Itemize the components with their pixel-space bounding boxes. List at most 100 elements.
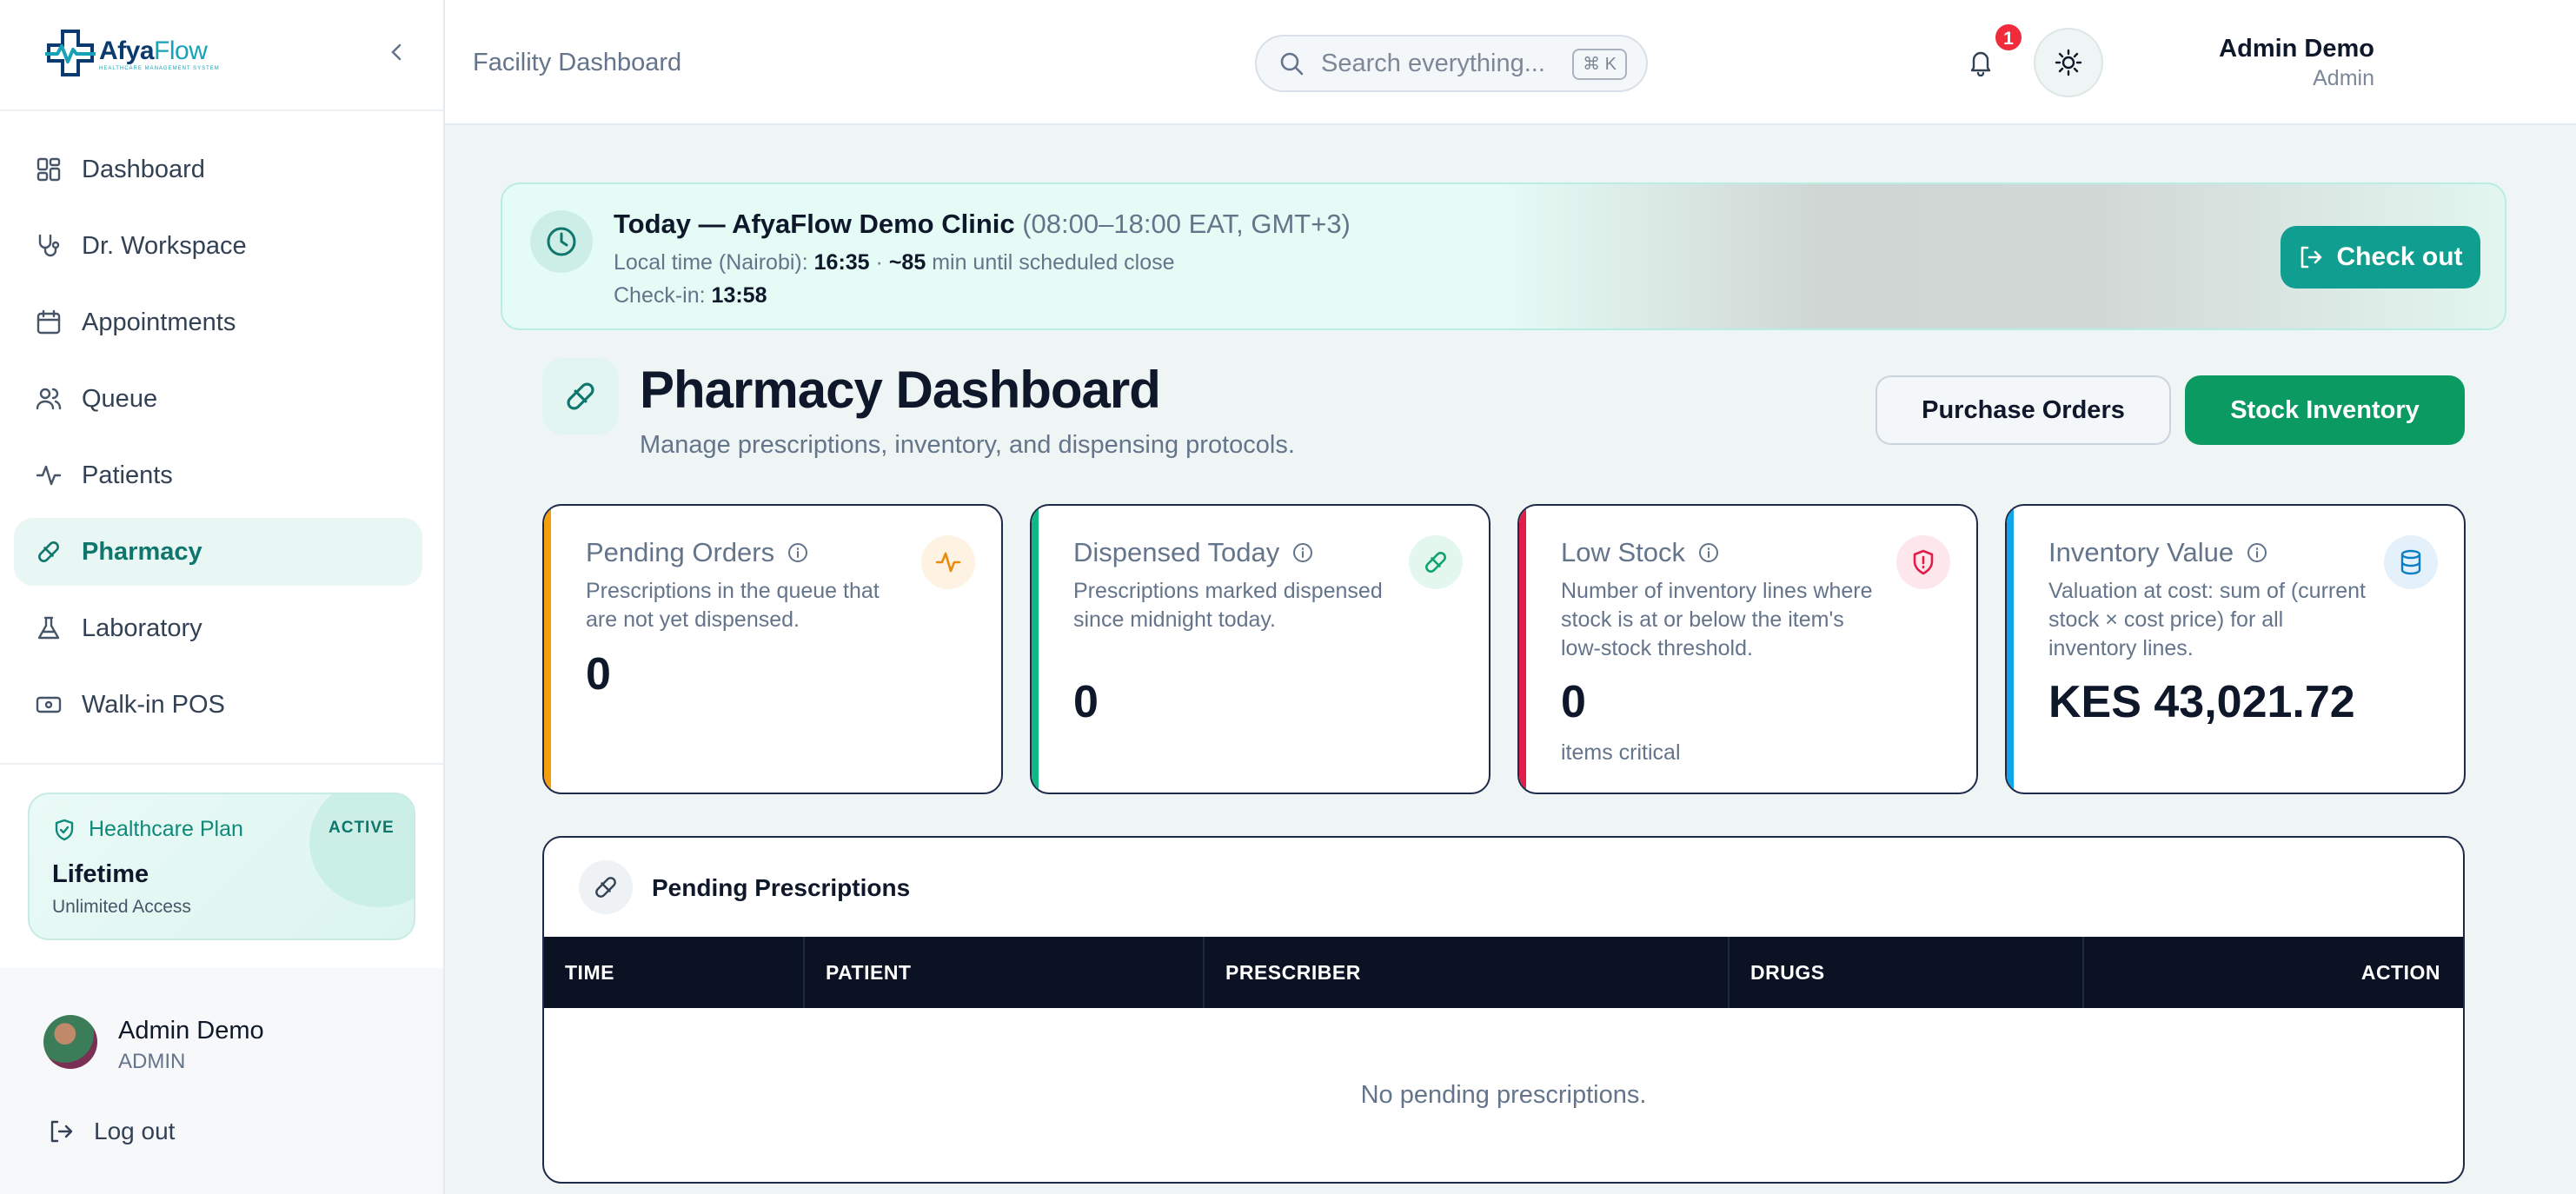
search-icon <box>1280 52 1304 76</box>
column-header-action[interactable]: ACTION <box>2084 937 2463 1008</box>
table-header: TIME PATIENT PRESCRIBER DRUGS ACTION <box>544 937 2463 1008</box>
activity-icon <box>935 552 961 573</box>
sidebar-item-label: Laboratory <box>82 614 202 642</box>
page-icon <box>542 358 619 434</box>
sidebar-item-label: Pharmacy <box>82 537 202 566</box>
brand-tagline: HEALTHCARE MANAGEMENT SYSTEM <box>99 66 220 71</box>
column-header-prescriber[interactable]: PRESCRIBER <box>1205 937 1730 1008</box>
info-icon[interactable] <box>1697 541 1720 564</box>
sidebar-item-pharmacy[interactable]: Pharmacy <box>14 518 422 586</box>
users-icon <box>36 388 62 410</box>
sidebar: AfyaFlow HEALTHCARE MANAGEMENT SYSTEM Da… <box>0 0 445 1194</box>
stat-card-pending-orders: Pending Orders Prescriptions in the queu… <box>542 504 1003 794</box>
dashboard-icon <box>37 157 61 182</box>
chevron-left-icon <box>391 43 402 61</box>
column-header-drugs[interactable]: DRUGS <box>1730 937 2084 1008</box>
card-icon-badge <box>2384 535 2438 589</box>
sidebar-item-walk-in-pos[interactable]: Walk-in POS <box>14 671 422 739</box>
panel-icon-badge <box>579 860 633 914</box>
column-header-time[interactable]: TIME <box>544 937 805 1008</box>
shift-banner: Today — AfyaFlow Demo Clinic (08:00–18:0… <box>501 182 2506 330</box>
activity-icon <box>36 465 62 486</box>
breadcrumb: Facility Dashboard <box>473 49 682 76</box>
sidebar-item-label: Dashboard <box>82 155 205 183</box>
brand-name[interactable]: AfyaFlow <box>99 36 208 66</box>
card-title: Inventory Value <box>2048 537 2268 568</box>
column-header-patient[interactable]: PATIENT <box>805 937 1205 1008</box>
theme-toggle-button[interactable] <box>2034 28 2103 97</box>
card-value: KES 43,021.72 <box>2048 677 2355 727</box>
stock-inventory-button[interactable]: Stock Inventory <box>2185 375 2465 445</box>
sidebar-item-patients[interactable]: Patients <box>14 441 422 509</box>
logout-icon <box>2301 246 2322 269</box>
card-title: Pending Orders <box>586 537 809 568</box>
card-accent <box>2007 506 2014 793</box>
stat-card-inventory-value: Inventory Value Valuation at cost: sum o… <box>2005 504 2466 794</box>
search-shortcut: ⌘ K <box>1572 49 1627 80</box>
card-accent <box>544 506 551 793</box>
flask-icon <box>37 616 60 640</box>
card-description: Number of inventory lines where stock is… <box>1561 579 1873 660</box>
logout-button[interactable]: Log out <box>47 1118 175 1145</box>
info-icon[interactable] <box>787 541 809 564</box>
search-placeholder: Search everything... <box>1321 49 1545 77</box>
card-description: Valuation at cost: sum of (current stock… <box>2048 579 2366 660</box>
info-icon[interactable] <box>2246 541 2268 564</box>
bell-icon[interactable] <box>1966 47 1995 76</box>
header-user-role: Admin <box>2313 66 2374 90</box>
notification-badge: 1 <box>1994 23 2023 52</box>
purchase-orders-button[interactable]: Purchase Orders <box>1876 375 2171 445</box>
empty-state-message: No pending prescriptions. <box>1360 1081 1647 1109</box>
card-accent <box>1032 506 1039 793</box>
stat-card-low-stock: Low Stock Number of inventory lines wher… <box>1517 504 1978 794</box>
sidebar-nav: Dashboard Dr. Workspace Appointments Que… <box>14 136 422 747</box>
card-title: Dispensed Today <box>1073 537 1314 568</box>
banner-title: Today — AfyaFlow Demo Clinic (08:00–18:0… <box>614 209 1351 239</box>
collapse-sidebar-button[interactable] <box>382 38 410 66</box>
card-value: 0 <box>1073 677 1099 727</box>
stat-card-dispensed-today: Dispensed Today Prescriptions marked dis… <box>1030 504 1490 794</box>
card-value: 0 <box>586 649 611 700</box>
sidebar-item-label: Appointments <box>82 308 236 336</box>
banner-local-time: Local time (Nairobi): 16:35 · ~85 min un… <box>614 250 1175 275</box>
card-footnote: items critical <box>1561 740 1681 765</box>
sidebar-item-appointments[interactable]: Appointments <box>14 289 422 356</box>
sidebar-item-laboratory[interactable]: Laboratory <box>14 594 422 662</box>
shield-alert-icon <box>1913 549 1934 575</box>
clock-badge <box>530 210 593 273</box>
pill-icon <box>567 382 594 410</box>
sidebar-user-section: Admin Demo ADMIN Log out <box>0 968 443 1194</box>
clock-icon <box>547 227 576 256</box>
sidebar-item-queue[interactable]: Queue <box>14 365 422 433</box>
sidebar-item-dashboard[interactable]: Dashboard <box>14 136 422 203</box>
info-icon[interactable] <box>1291 541 1314 564</box>
plan-title: Healthcare Plan <box>52 817 243 842</box>
pill-icon <box>595 877 616 898</box>
panel-title: Pending Prescriptions <box>652 874 911 901</box>
calendar-icon <box>37 309 61 335</box>
plan-card: Healthcare Plan ACTIVE Lifetime Unlimite… <box>28 793 415 940</box>
card-title: Low Stock <box>1561 537 1720 568</box>
shield-check-icon <box>55 819 74 840</box>
sun-icon <box>2055 49 2082 76</box>
card-icon-badge <box>1896 535 1950 589</box>
page-title: Pharmacy Dashboard <box>640 361 1161 419</box>
user-role: ADMIN <box>118 1050 186 1073</box>
header-user-name[interactable]: Admin Demo <box>2219 35 2374 63</box>
cash-icon <box>36 696 62 713</box>
sidebar-item-label: Dr. Workspace <box>82 231 247 260</box>
top-bar: Facility Dashboard Search everything... … <box>445 0 2576 125</box>
sidebar-item-label: Patients <box>82 461 173 489</box>
avatar[interactable] <box>43 1015 97 1069</box>
plan-subtitle: Unlimited Access <box>52 897 191 917</box>
sidebar-item-dr-workspace[interactable]: Dr. Workspace <box>14 212 422 280</box>
user-name: Admin Demo <box>118 1017 264 1045</box>
pill-icon <box>38 541 59 562</box>
pending-prescriptions-panel: Pending Prescriptions TIME PATIENT PRESC… <box>542 836 2465 1184</box>
logout-icon <box>50 1120 73 1143</box>
card-description: Prescriptions marked dispensed since mid… <box>1073 579 1383 632</box>
pill-icon <box>1425 552 1446 573</box>
check-out-button[interactable]: Check out <box>2281 226 2480 289</box>
logo-icon <box>45 30 96 76</box>
search-input[interactable]: Search everything... ⌘ K <box>1255 35 1648 92</box>
